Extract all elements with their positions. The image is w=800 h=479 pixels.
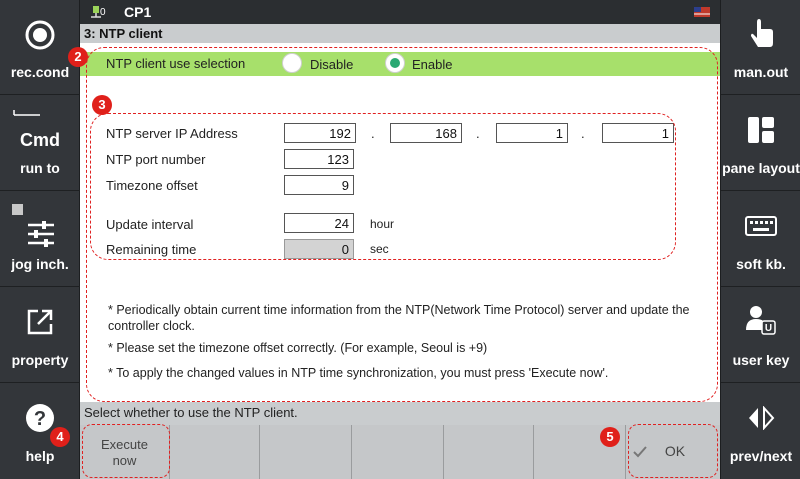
property-label: property bbox=[11, 352, 69, 368]
page-title: 3: NTP client bbox=[80, 24, 720, 43]
user-key-icon: U bbox=[746, 306, 776, 335]
empty-softkey[interactable] bbox=[260, 425, 352, 479]
io-count: 0 bbox=[100, 7, 106, 18]
sliders-icon bbox=[28, 221, 54, 247]
annotation-badge-5: 5 bbox=[600, 427, 620, 447]
property-button[interactable]: property bbox=[0, 288, 80, 383]
cmd-icon: Cmd bbox=[20, 130, 60, 150]
left-side-panel: rec.cond Cmd run to jog inch. property ?… bbox=[0, 0, 80, 479]
run-to-label: run to bbox=[20, 160, 60, 176]
open-external-icon bbox=[27, 309, 53, 335]
annotation-badge-2: 2 bbox=[68, 47, 88, 67]
man-out-button[interactable]: man.out bbox=[721, 0, 800, 95]
pane-layout-button[interactable]: pane layout bbox=[721, 96, 800, 191]
prev-next-icon bbox=[749, 406, 775, 430]
user-key-label: user key bbox=[732, 352, 790, 368]
jog-inch-label: jog inch. bbox=[11, 256, 69, 272]
run-to-button[interactable]: Cmd run to bbox=[0, 96, 80, 191]
svg-text:?: ? bbox=[34, 408, 46, 430]
soft-kb-label: soft kb. bbox=[736, 256, 786, 272]
record-icon bbox=[25, 20, 55, 50]
cp-label: CP1 bbox=[124, 4, 152, 20]
svg-text:U: U bbox=[765, 323, 772, 334]
empty-softkey[interactable] bbox=[170, 425, 260, 479]
pane-layout-label: pane layout bbox=[722, 160, 800, 176]
annotation-badge-4: 4 bbox=[50, 427, 70, 447]
main-area: 0 CP1 3: NTP client NTP client use selec… bbox=[80, 0, 720, 479]
right-side-panel: man.out pane layout soft kb. U user key … bbox=[720, 0, 800, 479]
prev-next-button[interactable]: prev/next bbox=[721, 384, 800, 479]
jog-inch-button[interactable]: jog inch. bbox=[0, 192, 80, 287]
cursor-line-icon bbox=[13, 110, 40, 116]
rec-cond-label: rec.cond bbox=[10, 64, 70, 80]
keyboard-icon bbox=[745, 216, 777, 236]
prev-next-label: prev/next bbox=[729, 448, 793, 464]
user-key-button[interactable]: U user key bbox=[721, 288, 800, 383]
flag-icon bbox=[694, 7, 710, 17]
soft-kb-button[interactable]: soft kb. bbox=[721, 192, 800, 287]
status-bar: 0 CP1 bbox=[80, 0, 720, 24]
pane-layout-icon bbox=[748, 117, 774, 143]
message-bar: Select whether to use the NTP client. bbox=[80, 402, 720, 425]
touch-hand-icon bbox=[751, 19, 773, 47]
annotation-badge-3: 3 bbox=[92, 95, 112, 115]
help-icon: ? bbox=[26, 404, 54, 432]
empty-softkey[interactable] bbox=[352, 425, 444, 479]
man-out-label: man.out bbox=[733, 64, 789, 80]
help-label: help bbox=[25, 448, 55, 464]
empty-softkey[interactable] bbox=[444, 425, 534, 479]
annotation-outline-execute bbox=[82, 424, 170, 478]
checkbox-indicator-icon bbox=[12, 204, 23, 215]
annotation-outline-ok bbox=[628, 424, 718, 478]
rec-cond-button[interactable]: rec.cond bbox=[0, 0, 80, 95]
bottom-toolbar: Execute now OK bbox=[80, 425, 720, 479]
annotation-outline-fields bbox=[90, 113, 676, 260]
